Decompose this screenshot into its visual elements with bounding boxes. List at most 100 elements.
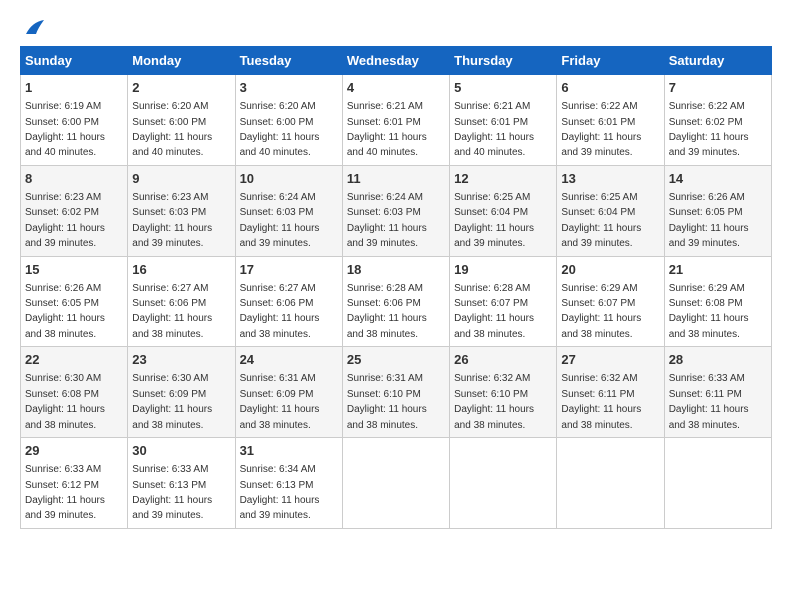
- logo: [20, 20, 46, 36]
- calendar-day-cell: 30Sunrise: 6:33 AMSunset: 6:13 PMDayligh…: [128, 438, 235, 529]
- calendar-week-row: 15 Sunrise: 6:26 AMSunset: 6:05 PMDayligh…: [21, 256, 772, 347]
- day-info: Sunrise: 6:26 AMSunset: 6:05 PMDaylight:…: [25, 283, 105, 340]
- day-number: 10: [240, 170, 338, 188]
- day-info: Sunrise: 6:34 AMSunset: 6:13 PMDaylight:…: [240, 464, 320, 521]
- day-number: 13: [561, 170, 659, 188]
- calendar-week-row: 29Sunrise: 6:33 AMSunset: 6:12 PMDayligh…: [21, 438, 772, 529]
- calendar-week-row: 22Sunrise: 6:30 AMSunset: 6:08 PMDayligh…: [21, 347, 772, 438]
- day-number: 3: [240, 79, 338, 97]
- day-number: 11: [347, 170, 445, 188]
- calendar-week-row: 1Sunrise: 6:19 AMSunset: 6:00 PMDaylight…: [21, 75, 772, 166]
- calendar-table: SundayMondayTuesdayWednesdayThursdayFrid…: [20, 46, 772, 529]
- day-number: 12: [454, 170, 552, 188]
- calendar-day-header: Friday: [557, 47, 664, 75]
- calendar-body: 1Sunrise: 6:19 AMSunset: 6:00 PMDaylight…: [21, 75, 772, 529]
- calendar-day-cell: 16 Sunrise: 6:27 AMSunset: 6:06 PMDayligh…: [128, 256, 235, 347]
- day-info: Sunrise: 6:22 AMSunset: 6:01 PMDaylight:…: [561, 101, 641, 158]
- calendar-day-cell: 19 Sunrise: 6:28 AMSunset: 6:07 PMDayligh…: [450, 256, 557, 347]
- calendar-header-row: SundayMondayTuesdayWednesdayThursdayFrid…: [21, 47, 772, 75]
- calendar-day-cell: 5Sunrise: 6:21 AMSunset: 6:01 PMDaylight…: [450, 75, 557, 166]
- calendar-day-cell: 25 Sunrise: 6:31 AMSunset: 6:10 PMDayligh…: [342, 347, 449, 438]
- day-number: 8: [25, 170, 123, 188]
- day-info: Sunrise: 6:32 AMSunset: 6:11 PMDaylight:…: [561, 373, 641, 430]
- day-number: 28: [669, 351, 767, 369]
- calendar-day-cell: 12 Sunrise: 6:25 AMSunset: 6:04 PMDayligh…: [450, 165, 557, 256]
- calendar-day-cell: 24 Sunrise: 6:31 AMSunset: 6:09 PMDayligh…: [235, 347, 342, 438]
- calendar-day-header: Sunday: [21, 47, 128, 75]
- day-number: 9: [132, 170, 230, 188]
- day-info: Sunrise: 6:30 AMSunset: 6:09 PMDaylight:…: [132, 373, 212, 430]
- day-info: Sunrise: 6:24 AMSunset: 6:03 PMDaylight:…: [347, 192, 427, 249]
- day-number: 2: [132, 79, 230, 97]
- day-info: Sunrise: 6:29 AMSunset: 6:07 PMDaylight:…: [561, 283, 641, 340]
- calendar-day-cell: 31 Sunrise: 6:34 AMSunset: 6:13 PMDayligh…: [235, 438, 342, 529]
- day-info: Sunrise: 6:32 AMSunset: 6:10 PMDaylight:…: [454, 373, 534, 430]
- calendar-day-header: Saturday: [664, 47, 771, 75]
- calendar-day-cell: 28 Sunrise: 6:33 AMSunset: 6:11 PMDayligh…: [664, 347, 771, 438]
- calendar-day-cell: 3 Sunrise: 6:20 AMSunset: 6:00 PMDaylight…: [235, 75, 342, 166]
- page-header: [20, 20, 772, 36]
- day-number: 20: [561, 261, 659, 279]
- calendar-day-cell: 15 Sunrise: 6:26 AMSunset: 6:05 PMDayligh…: [21, 256, 128, 347]
- calendar-day-cell: 8Sunrise: 6:23 AMSunset: 6:02 PMDaylight…: [21, 165, 128, 256]
- day-number: 4: [347, 79, 445, 97]
- day-info: Sunrise: 6:28 AMSunset: 6:06 PMDaylight:…: [347, 283, 427, 340]
- calendar-day-cell: 26 Sunrise: 6:32 AMSunset: 6:10 PMDayligh…: [450, 347, 557, 438]
- day-number: 15: [25, 261, 123, 279]
- day-info: Sunrise: 6:27 AMSunset: 6:06 PMDaylight:…: [240, 283, 320, 340]
- calendar-day-cell: 23 Sunrise: 6:30 AMSunset: 6:09 PMDayligh…: [128, 347, 235, 438]
- calendar-day-header: Tuesday: [235, 47, 342, 75]
- day-info: Sunrise: 6:23 AMSunset: 6:03 PMDaylight:…: [132, 192, 212, 249]
- calendar-day-cell: [664, 438, 771, 529]
- calendar-day-cell: [342, 438, 449, 529]
- day-info: Sunrise: 6:25 AMSunset: 6:04 PMDaylight:…: [454, 192, 534, 249]
- day-info: Sunrise: 6:31 AMSunset: 6:10 PMDaylight:…: [347, 373, 427, 430]
- day-number: 21: [669, 261, 767, 279]
- day-info: Sunrise: 6:33 AMSunset: 6:11 PMDaylight:…: [669, 373, 749, 430]
- calendar-day-header: Thursday: [450, 47, 557, 75]
- calendar-day-cell: 7Sunrise: 6:22 AMSunset: 6:02 PMDaylight…: [664, 75, 771, 166]
- calendar-day-cell: 17 Sunrise: 6:27 AMSunset: 6:06 PMDayligh…: [235, 256, 342, 347]
- calendar-day-cell: 4 Sunrise: 6:21 AMSunset: 6:01 PMDaylight…: [342, 75, 449, 166]
- calendar-day-cell: [557, 438, 664, 529]
- calendar-day-cell: 11 Sunrise: 6:24 AMSunset: 6:03 PMDayligh…: [342, 165, 449, 256]
- day-info: Sunrise: 6:33 AMSunset: 6:13 PMDaylight:…: [132, 464, 212, 521]
- logo-bird-icon: [24, 20, 46, 36]
- day-number: 24: [240, 351, 338, 369]
- day-number: 7: [669, 79, 767, 97]
- calendar-day-cell: 10 Sunrise: 6:24 AMSunset: 6:03 PMDayligh…: [235, 165, 342, 256]
- day-number: 31: [240, 442, 338, 460]
- calendar-day-cell: 20 Sunrise: 6:29 AMSunset: 6:07 PMDayligh…: [557, 256, 664, 347]
- day-number: 6: [561, 79, 659, 97]
- day-info: Sunrise: 6:25 AMSunset: 6:04 PMDaylight:…: [561, 192, 641, 249]
- day-number: 16: [132, 261, 230, 279]
- calendar-day-cell: 27Sunrise: 6:32 AMSunset: 6:11 PMDayligh…: [557, 347, 664, 438]
- day-info: Sunrise: 6:29 AMSunset: 6:08 PMDaylight:…: [669, 283, 749, 340]
- day-info: Sunrise: 6:31 AMSunset: 6:09 PMDaylight:…: [240, 373, 320, 430]
- day-number: 23: [132, 351, 230, 369]
- day-number: 18: [347, 261, 445, 279]
- day-number: 25: [347, 351, 445, 369]
- calendar-day-cell: 29Sunrise: 6:33 AMSunset: 6:12 PMDayligh…: [21, 438, 128, 529]
- day-info: Sunrise: 6:33 AMSunset: 6:12 PMDaylight:…: [25, 464, 105, 521]
- day-info: Sunrise: 6:27 AMSunset: 6:06 PMDaylight:…: [132, 283, 212, 340]
- day-info: Sunrise: 6:26 AMSunset: 6:05 PMDaylight:…: [669, 192, 749, 249]
- day-number: 26: [454, 351, 552, 369]
- calendar-day-cell: [450, 438, 557, 529]
- day-number: 17: [240, 261, 338, 279]
- calendar-day-header: Monday: [128, 47, 235, 75]
- day-info: Sunrise: 6:24 AMSunset: 6:03 PMDaylight:…: [240, 192, 320, 249]
- day-info: Sunrise: 6:28 AMSunset: 6:07 PMDaylight:…: [454, 283, 534, 340]
- calendar-day-cell: 21 Sunrise: 6:29 AMSunset: 6:08 PMDayligh…: [664, 256, 771, 347]
- calendar-day-cell: 14 Sunrise: 6:26 AMSunset: 6:05 PMDayligh…: [664, 165, 771, 256]
- day-info: Sunrise: 6:20 AMSunset: 6:00 PMDaylight:…: [240, 101, 320, 158]
- day-number: 19: [454, 261, 552, 279]
- calendar-day-header: Wednesday: [342, 47, 449, 75]
- calendar-week-row: 8Sunrise: 6:23 AMSunset: 6:02 PMDaylight…: [21, 165, 772, 256]
- calendar-day-cell: 9 Sunrise: 6:23 AMSunset: 6:03 PMDaylight…: [128, 165, 235, 256]
- calendar-day-cell: 18 Sunrise: 6:28 AMSunset: 6:06 PMDayligh…: [342, 256, 449, 347]
- calendar-day-cell: 2Sunrise: 6:20 AMSunset: 6:00 PMDaylight…: [128, 75, 235, 166]
- day-info: Sunrise: 6:21 AMSunset: 6:01 PMDaylight:…: [347, 101, 427, 158]
- day-info: Sunrise: 6:30 AMSunset: 6:08 PMDaylight:…: [25, 373, 105, 430]
- day-number: 14: [669, 170, 767, 188]
